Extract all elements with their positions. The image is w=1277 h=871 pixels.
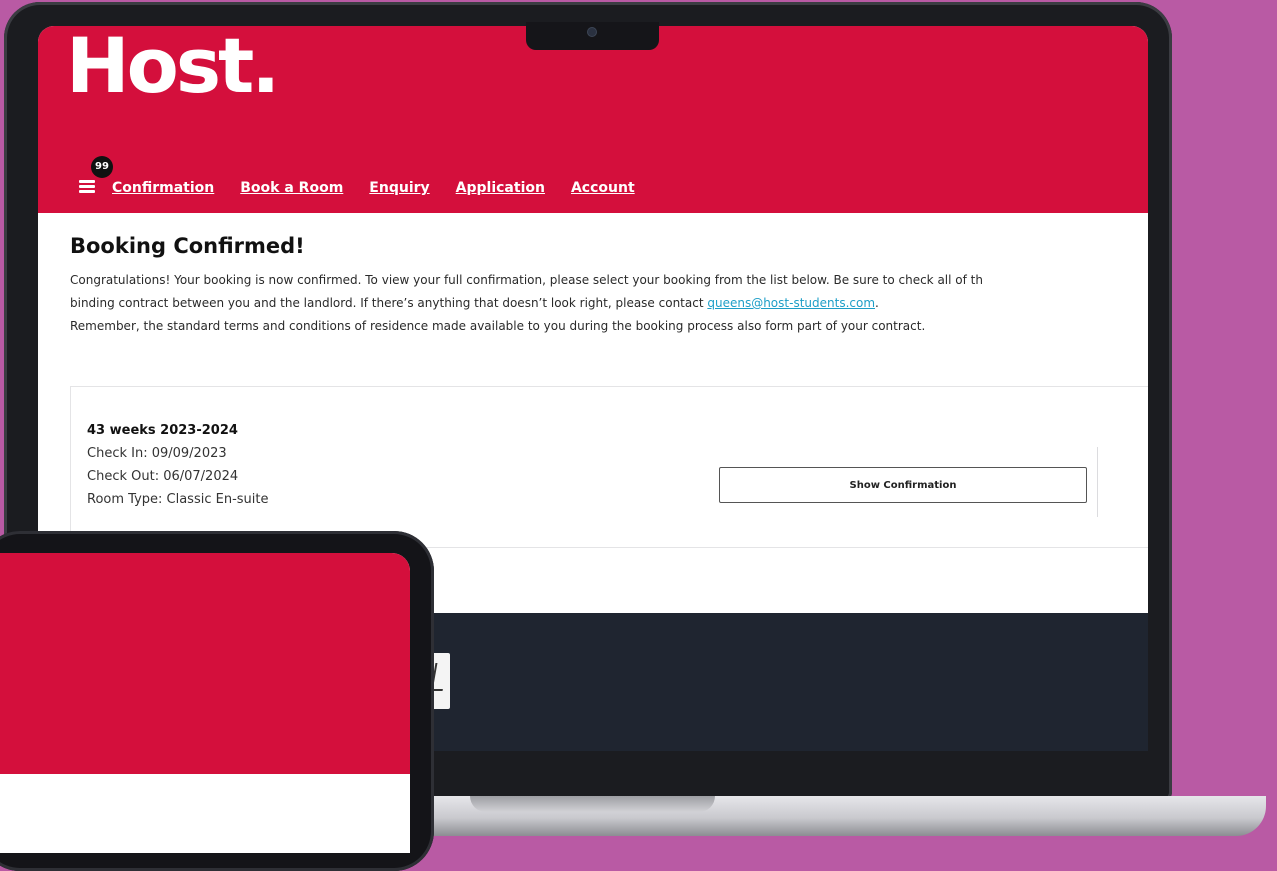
booking-title: 43 weeks 2023-2024 xyxy=(87,423,238,438)
intro-line-2: binding contract between you and the lan… xyxy=(70,292,1148,315)
page-title: Booking Confirmed! xyxy=(70,234,305,258)
secondary-device-header xyxy=(0,553,410,774)
nav-link-application[interactable]: Application xyxy=(456,180,545,196)
check-out-date: Check Out: 06/07/2024 xyxy=(87,469,239,484)
intro-line-2-text: binding contract between you and the lan… xyxy=(70,296,708,310)
intro-text: Congratulations! Your booking is now con… xyxy=(70,269,1148,338)
intro-line-2-end: . xyxy=(875,296,879,310)
laptop-opening-groove xyxy=(470,796,715,812)
brand-logo[interactable]: Host. xyxy=(66,26,280,108)
contact-email-link[interactable]: queens@host-students.com xyxy=(707,296,875,310)
room-type: Room Type: Classic En-suite xyxy=(87,492,269,507)
main-nav: Confirmation Book a Room Enquiry Applica… xyxy=(112,180,635,196)
secondary-device-screen xyxy=(0,553,410,853)
show-confirmation-button[interactable]: Show Confirmation xyxy=(719,467,1087,503)
booking-details: 43 weeks 2023-2024 Check In: 09/09/2023 … xyxy=(87,419,268,511)
notification-badge: 99 xyxy=(91,156,113,178)
nav-link-account[interactable]: Account xyxy=(571,180,635,196)
hamburger-menu-icon[interactable] xyxy=(79,180,95,194)
intro-line-3: Remember, the standard terms and conditi… xyxy=(70,319,926,333)
camera-notch xyxy=(526,22,659,50)
site-header: Host. 99 Confirmation Book a Room Enquir… xyxy=(38,26,1148,213)
camera-icon xyxy=(588,28,596,36)
intro-line-1: Congratulations! Your booking is now con… xyxy=(70,273,983,287)
nav-link-confirmation[interactable]: Confirmation xyxy=(112,180,214,196)
nav-link-book-a-room[interactable]: Book a Room xyxy=(240,180,343,196)
check-in-date: Check In: 09/09/2023 xyxy=(87,446,227,461)
nav-link-enquiry[interactable]: Enquiry xyxy=(369,180,429,196)
booking-card: 43 weeks 2023-2024 Check In: 09/09/2023 … xyxy=(70,386,1148,548)
card-divider xyxy=(1097,447,1098,517)
